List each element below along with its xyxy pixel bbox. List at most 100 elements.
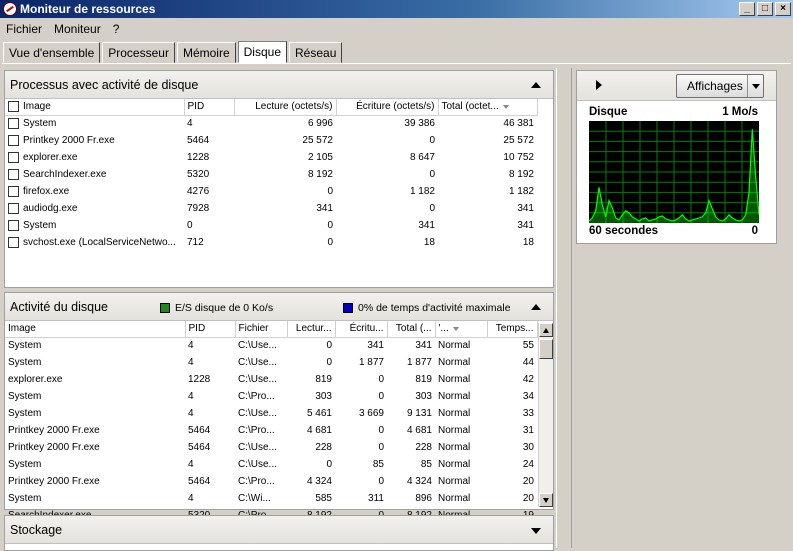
table-cell: 20 <box>522 493 534 504</box>
scroll-up-button[interactable] <box>539 323 553 337</box>
col-image-label: Image <box>23 101 51 113</box>
menu-bar: Fichier Moniteur ? <box>0 19 125 38</box>
table-row[interactable]: Printkey 2000 Fr.exe 5464 25 572 0 25 572 <box>5 132 537 149</box>
table-cell: 4 <box>188 459 194 470</box>
table-cell: 0 <box>378 374 384 385</box>
table-row[interactable]: System 4 6 996 39 386 46 381 <box>5 115 537 132</box>
legend-io-swatch <box>160 303 170 314</box>
col-image[interactable]: Image <box>5 321 186 338</box>
disk-graph <box>589 121 759 223</box>
table-cell: 0 <box>378 425 384 436</box>
maximize-button[interactable]: □ <box>757 2 773 16</box>
dropdown-arrow-icon[interactable] <box>747 75 763 97</box>
table-cell: 4 <box>188 408 194 419</box>
select-all-checkbox[interactable] <box>8 101 19 113</box>
table-cell: 8 647 <box>409 152 435 163</box>
col-write[interactable]: Écriture (octets/s) <box>336 99 439 116</box>
table-cell: explorer.exe <box>5 149 184 166</box>
table-cell: 25 572 <box>302 135 333 146</box>
collapse-up-icon[interactable] <box>531 82 541 88</box>
table-row[interactable]: svchost.exe (LocalServiceNetwo... 712 0 18 1… <box>5 234 537 251</box>
col-pid[interactable]: PID <box>185 321 236 338</box>
tab-memory[interactable]: Mémoire <box>176 42 236 63</box>
expand-down-icon[interactable] <box>531 528 541 534</box>
scroll-down-button[interactable] <box>539 493 553 507</box>
table-cell: 896 <box>415 493 432 504</box>
tab-network[interactable]: Réseau <box>289 42 343 63</box>
table-row[interactable]: audiodg.exe 7928 341 0 341 <box>5 200 537 217</box>
view-dropdown-button[interactable]: Affichages <box>676 74 764 98</box>
disk-activity-header[interactable]: Activité du disque E/S disque de 0 Ko/s … <box>5 293 553 321</box>
col-pid[interactable]: PID <box>184 99 235 116</box>
table-cell: 7928 <box>187 203 210 214</box>
table-row[interactable]: Printkey 2000 Fr.exe 5464 C:\Use... 228 0 228… <box>5 439 537 456</box>
table-cell: 1 877 <box>358 357 384 368</box>
col-response-time[interactable]: Temps... <box>487 321 538 338</box>
close-button[interactable]: × <box>775 2 791 16</box>
tab-overview[interactable]: Vue d'ensemble <box>3 42 101 63</box>
table-cell: Normal <box>438 374 471 385</box>
minimize-button[interactable]: _ <box>739 2 755 16</box>
table-cell: 9 131 <box>406 408 432 419</box>
col-priority[interactable]: '... <box>435 321 488 338</box>
col-read[interactable]: Lectur... <box>287 321 336 338</box>
collapse-up-icon[interactable] <box>531 304 541 310</box>
cell-text: explorer.exe <box>23 152 78 164</box>
table-cell: Printkey 2000 Fr.exe <box>8 476 100 487</box>
table-cell: Normal <box>438 340 471 352</box>
col-file[interactable]: Fichier <box>235 321 288 338</box>
menu-help[interactable]: ? <box>107 22 126 36</box>
table-row[interactable]: System 4 C:\Pro... 303 0 303 Normal 34 <box>5 388 537 405</box>
row-checkbox[interactable] <box>8 118 19 130</box>
storage-header[interactable]: Stockage <box>5 516 553 544</box>
panel-splitter[interactable] <box>556 68 572 548</box>
menu-fichier[interactable]: Fichier <box>0 22 48 36</box>
table-cell: 228 <box>315 442 332 453</box>
table-cell: Normal <box>438 357 471 368</box>
table-row[interactable]: System 0 0 341 341 <box>5 217 537 234</box>
table-cell: C:\Pro... <box>238 391 275 402</box>
col-read[interactable]: Lecture (octets/s) <box>234 99 337 116</box>
table-row[interactable]: System 4 C:\Use... 0 85 85 Normal 24 <box>5 456 537 473</box>
tab-processor[interactable]: Processeur <box>102 42 175 63</box>
legend-io-label: E/S disque de 0 Ko/s <box>175 302 274 314</box>
processes-panel-header[interactable]: Processus avec activité de disque <box>5 71 553 99</box>
table-row[interactable]: explorer.exe 1228 2 105 8 647 10 752 <box>5 149 537 166</box>
table-cell: 1228 <box>187 152 210 163</box>
col-write[interactable]: Écritu... <box>335 321 388 338</box>
disk-activity-scrollbar[interactable] <box>538 323 553 507</box>
table-row[interactable]: SearchIndexer.exe 5320 8 192 0 8 192 <box>5 166 537 183</box>
row-checkbox[interactable] <box>8 185 19 197</box>
table-cell: C:\Use... <box>238 357 277 368</box>
scroll-thumb[interactable] <box>539 339 553 359</box>
col-priority-label: '... <box>438 323 449 335</box>
col-image[interactable]: Image <box>5 99 185 116</box>
table-row[interactable]: Printkey 2000 Fr.exe 5464 C:\Pro... 4 681 0 4… <box>5 422 537 439</box>
table-row[interactable]: explorer.exe 1228 C:\Use... 819 0 819 Normal 42 <box>5 371 537 388</box>
table-row[interactable]: System 4 C:\Wi... 585 311 896 Normal 20 <box>5 490 537 507</box>
table-row[interactable]: Printkey 2000 Fr.exe 5464 C:\Pro... 4 324 0 4… <box>5 473 537 490</box>
table-cell: C:\Use... <box>238 374 277 385</box>
row-checkbox[interactable] <box>8 202 19 214</box>
expand-right-icon[interactable] <box>596 80 602 90</box>
col-total[interactable]: Total (octet... <box>438 99 538 116</box>
row-checkbox[interactable] <box>8 236 19 248</box>
table-cell: SearchIndexer.exe <box>5 166 184 183</box>
row-checkbox[interactable] <box>8 219 19 231</box>
table-cell: 341 <box>517 203 534 214</box>
legend-active-label: 0% de temps d'activité maximale <box>358 302 511 314</box>
row-checkbox[interactable] <box>8 168 19 180</box>
col-total[interactable]: Total (... <box>387 321 436 338</box>
table-cell: 341 <box>418 220 435 231</box>
row-checkbox[interactable] <box>8 151 19 163</box>
table-row[interactable]: System 4 C:\Use... 0 341 341 Normal 55 <box>5 337 537 354</box>
table-cell: 4 <box>188 340 194 352</box>
tab-disk[interactable]: Disque <box>237 41 287 63</box>
table-row[interactable]: firefox.exe 4276 0 1 182 1 182 <box>5 183 537 200</box>
table-row[interactable]: System 4 C:\Use... 5 461 3 669 9 131 Normal 33 <box>5 405 537 422</box>
graph-time-label: 60 secondes <box>589 225 659 237</box>
table-row[interactable]: System 4 C:\Use... 0 1 877 1 877 Normal 44 <box>5 354 537 371</box>
menu-moniteur[interactable]: Moniteur <box>48 22 107 36</box>
window-title: Moniteur de ressources <box>20 2 156 16</box>
row-checkbox[interactable] <box>8 134 19 146</box>
